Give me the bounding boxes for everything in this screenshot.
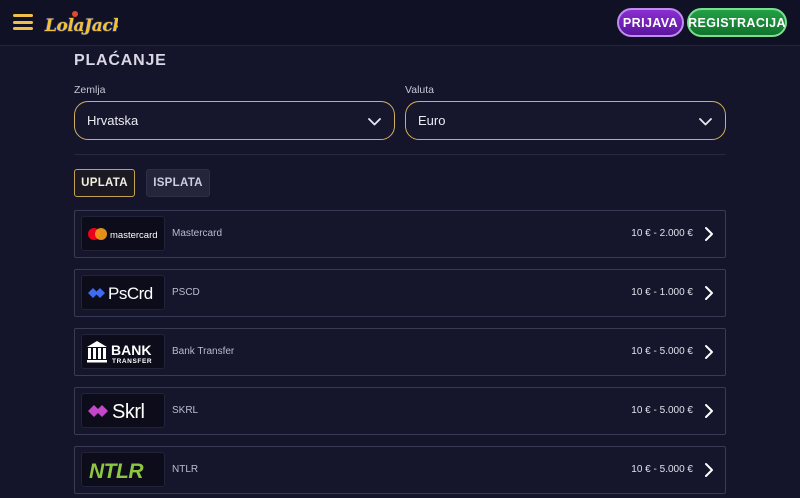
neteller-logo: NTLR	[81, 452, 165, 487]
method-name: SKRL	[172, 405, 199, 416]
chevron-down-icon	[368, 118, 381, 126]
top-bar: LolaJack PRIJAVA REGISTRACIJA	[0, 0, 800, 46]
country-value: Hrvatska	[87, 113, 139, 128]
mastercard-icon: mastercard	[88, 227, 158, 241]
bank-transfer-logo: BANK TRANSFER	[81, 334, 165, 369]
tab-withdraw[interactable]: ISPLATA	[146, 169, 210, 197]
payment-method-bank-transfer[interactable]: BANK TRANSFER Bank Transfer 10 € - 5.000…	[74, 328, 726, 376]
mastercard-logo: mastercard	[81, 216, 165, 251]
svg-text:BANK: BANK	[111, 342, 151, 358]
logo-star-icon	[72, 11, 78, 17]
method-limits: 10 € - 5.000 €	[631, 405, 693, 416]
chevron-right-icon	[705, 227, 713, 241]
divider	[74, 154, 726, 155]
skrill-icon: Skrl	[88, 401, 145, 423]
payment-method-mastercard[interactable]: mastercard Mastercard 10 € - 2.000 €	[74, 210, 726, 258]
menu-icon[interactable]	[13, 14, 33, 30]
method-name: PSCD	[172, 287, 200, 298]
chevron-right-icon	[705, 286, 713, 300]
currency-label: Valuta	[405, 84, 434, 96]
chevron-down-icon	[699, 118, 712, 126]
payment-section: PLAĆANJE Zemlja Hrvatska Valuta Euro UPL…	[74, 46, 726, 498]
svg-text:NTLR: NTLR	[89, 460, 144, 483]
svg-text:TRANSFER: TRANSFER	[112, 358, 152, 365]
lolajack-logo[interactable]: LolaJack	[44, 8, 118, 38]
bank-icon: BANK TRANSFER	[87, 340, 152, 365]
pscrd-icon: PsCrd	[88, 284, 153, 303]
chevron-right-icon	[705, 404, 713, 418]
method-name: Mastercard	[172, 228, 223, 239]
method-limits: 10 € - 5.000 €	[631, 346, 693, 357]
payment-method-ntlr[interactable]: NTLR NTLR 10 € - 5.000 €	[74, 446, 726, 494]
neteller-icon: NTLR	[89, 460, 145, 483]
method-name: NTLR	[172, 464, 199, 475]
method-limits: 10 € - 1.000 €	[631, 287, 693, 298]
payment-method-skrl[interactable]: Skrl SKRL 10 € - 5.000 €	[74, 387, 726, 435]
method-limits: 10 € - 5.000 €	[631, 464, 693, 475]
payment-method-pscd[interactable]: PsCrd PSCD 10 € - 1.000 €	[74, 269, 726, 317]
skrill-logo: Skrl	[81, 393, 165, 428]
svg-text:mastercard: mastercard	[110, 230, 158, 241]
page-title: PLAĆANJE	[74, 52, 167, 69]
pscrd-logo: PsCrd	[81, 275, 165, 310]
currency-value: Euro	[418, 113, 446, 128]
currency-select[interactable]: Euro	[405, 101, 726, 140]
country-label: Zemlja	[74, 84, 106, 96]
svg-text:LolaJack: LolaJack	[44, 16, 118, 36]
chevron-right-icon	[705, 345, 713, 359]
svg-text:Skrl: Skrl	[112, 401, 145, 423]
svg-text:PsCrd: PsCrd	[108, 284, 153, 303]
method-limits: 10 € - 2.000 €	[631, 228, 693, 239]
login-button[interactable]: PRIJAVA	[617, 8, 684, 37]
country-select[interactable]: Hrvatska	[74, 101, 395, 140]
register-button[interactable]: REGISTRACIJA	[687, 8, 787, 37]
tab-deposit[interactable]: UPLATA	[74, 169, 135, 197]
chevron-right-icon	[705, 463, 713, 477]
method-name: Bank Transfer	[172, 346, 235, 357]
